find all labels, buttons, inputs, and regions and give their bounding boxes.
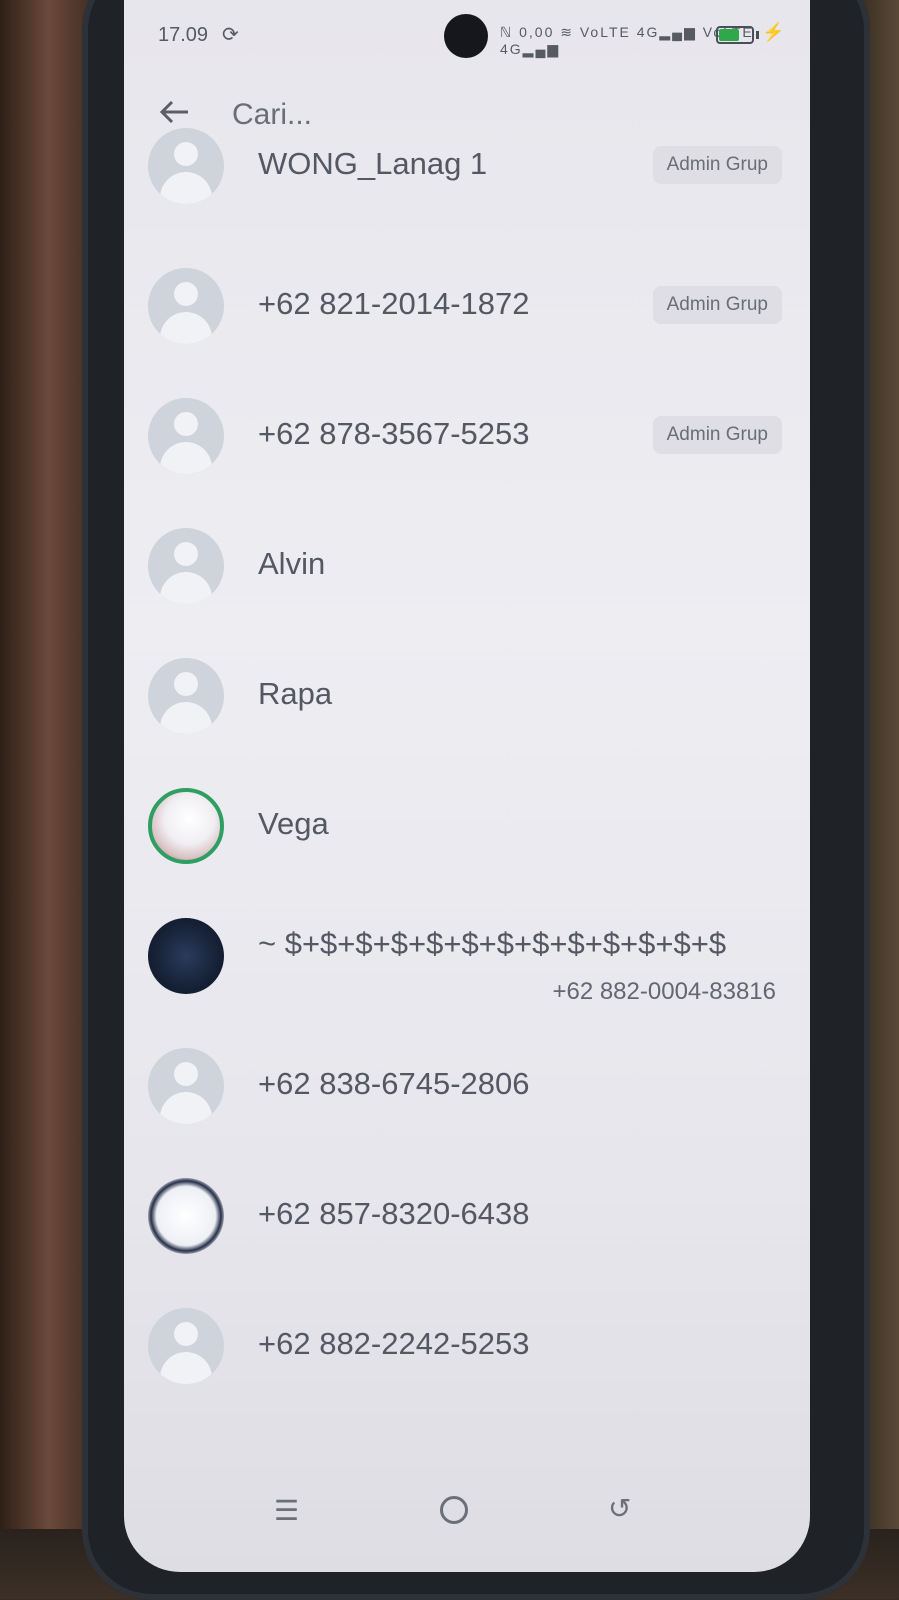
list-item[interactable]: Vega <box>124 770 810 880</box>
default-avatar-icon <box>148 658 224 734</box>
default-avatar-icon <box>148 128 224 204</box>
list-item[interactable]: +62 878-3567-5253 Admin Grup <box>124 380 810 490</box>
list-item[interactable]: +62 821-2014-1872 Admin Grup <box>124 250 810 360</box>
profile-photo-avatar <box>148 918 224 994</box>
battery-fill <box>719 29 739 41</box>
phone-screen: 17.09 ⟳ ℕ 0,00 ≋ VoLTE 4G▂▄▆ VoLTE 4G▂▄▆… <box>124 0 810 1572</box>
default-avatar-icon <box>148 528 224 604</box>
charging-icon: ⚡ <box>762 22 785 42</box>
contact-name: +62 821-2014-1872 <box>258 286 530 321</box>
back-icon[interactable]: ↺ <box>608 1492 631 1525</box>
contact-name: Rapa <box>258 676 333 711</box>
contact-name: +62 882-2242-5253 <box>258 1326 530 1361</box>
contact-phone: +62 882-0004-83816 <box>552 978 776 1005</box>
default-avatar-icon <box>148 1308 224 1384</box>
contact-name: +62 838-6745-2806 <box>258 1066 530 1101</box>
list-item[interactable]: +62 882-2242-5253 <box>124 1290 810 1400</box>
contact-name: WONG_Lanag 1 <box>258 146 488 181</box>
default-avatar-icon <box>148 398 224 474</box>
list-item[interactable]: WONG_Lanag 1 Admin Grup <box>124 120 810 230</box>
list-item[interactable]: ~ $+$+$+$+$+$+$+$+$+$+$+$+$ +62 882-0004… <box>124 900 810 1010</box>
list-item[interactable]: +62 857-8320-6438 <box>124 1160 810 1270</box>
navigation-bar: ☰ ↺ <box>124 1486 810 1546</box>
admin-badge: Admin Grup <box>652 146 782 184</box>
list-item[interactable]: +62 838-6745-2806 <box>124 1030 810 1140</box>
contact-name: +62 857-8320-6438 <box>258 1196 530 1231</box>
default-avatar-icon <box>148 1048 224 1124</box>
admin-badge: Admin Grup <box>652 416 782 454</box>
contact-name: Vega <box>258 806 329 841</box>
contact-name: Alvin <box>258 546 326 581</box>
home-icon[interactable] <box>440 1496 468 1524</box>
list-item[interactable]: Rapa <box>124 640 810 750</box>
menu-icon[interactable]: ☰ <box>274 1494 299 1527</box>
default-avatar-icon <box>148 268 224 344</box>
sync-icon: ⟳ <box>222 24 239 46</box>
front-camera <box>444 14 488 58</box>
contact-name: +62 878-3567-5253 <box>258 416 530 451</box>
list-item[interactable]: Alvin <box>124 510 810 620</box>
battery-cap <box>756 31 759 39</box>
status-time: 17.09 <box>158 24 209 46</box>
contact-name: ~ $+$+$+$+$+$+$+$+$+$+$+$+$ <box>258 926 727 961</box>
profile-photo-avatar <box>148 788 224 864</box>
admin-badge: Admin Grup <box>652 286 782 324</box>
profile-photo-avatar <box>148 1178 224 1254</box>
status-bar: 17.09 ⟳ ℕ 0,00 ≋ VoLTE 4G▂▄▆ VoLTE 4G▂▄▆… <box>124 0 810 70</box>
battery-icon <box>716 26 754 44</box>
